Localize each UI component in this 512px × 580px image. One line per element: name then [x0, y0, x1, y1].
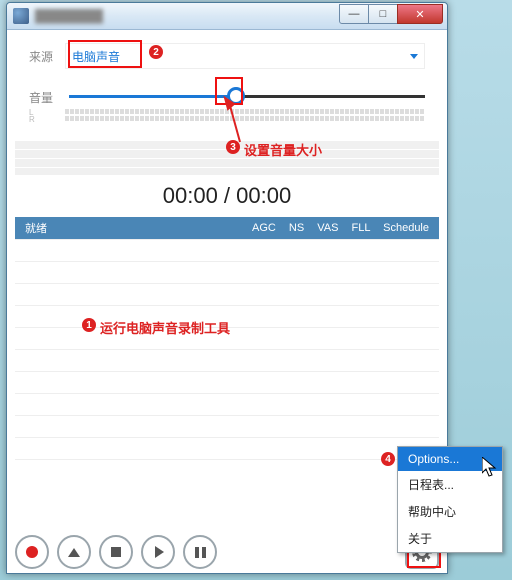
slider-thumb[interactable] [227, 87, 245, 105]
level-meter [65, 109, 425, 123]
title-bar[interactable]: ████████ — □ ✕ [7, 3, 447, 30]
eject-button[interactable] [57, 535, 91, 569]
annotation-badge-3: 3 [226, 140, 240, 154]
annotation-text-3: 设置音量大小 [244, 140, 322, 159]
menu-item-schedule[interactable]: 日程表... [398, 471, 502, 498]
menu-item-options[interactable]: Options... [398, 447, 502, 471]
play-icon [155, 546, 164, 558]
maximize-button[interactable]: □ [368, 4, 398, 24]
minimize-button[interactable]: — [339, 4, 369, 24]
time-display: 00:00 / 00:00 [15, 183, 439, 209]
settings-context-menu: Options... 日程表... 帮助中心 关于 [397, 446, 503, 553]
chevron-down-icon [410, 54, 418, 59]
pause-icon [195, 547, 206, 558]
play-button[interactable] [141, 535, 175, 569]
recordings-list[interactable] [15, 239, 439, 487]
right-channel-label: R [29, 116, 65, 123]
menu-item-about[interactable]: 关于 [398, 525, 502, 552]
source-label: 来源 [29, 48, 65, 65]
record-button[interactable] [15, 535, 49, 569]
status-bar: 就绪 AGC NS VAS FLL Schedule [15, 217, 439, 239]
app-icon [13, 8, 29, 24]
annotation-text-1: 运行电脑声音录制工具 [100, 318, 230, 337]
menu-item-help[interactable]: 帮助中心 [398, 498, 502, 525]
status-text: 就绪 [25, 220, 242, 236]
annotation-badge-4: 4 [381, 452, 395, 466]
pause-button[interactable] [183, 535, 217, 569]
volume-slider[interactable] [69, 87, 425, 107]
transport-bar [15, 535, 439, 569]
annotation-badge-1: 1 [82, 318, 96, 332]
window-title: ████████ [35, 9, 340, 23]
record-icon [26, 546, 38, 558]
stop-icon [111, 547, 121, 557]
annotation-badge-2: 2 [149, 45, 163, 59]
volume-label: 音量 [29, 89, 65, 106]
stop-button[interactable] [99, 535, 133, 569]
status-indicators: AGC NS VAS FLL Schedule [242, 222, 429, 234]
app-window: ████████ — □ ✕ 来源 电脑声音 音量 L R [6, 2, 448, 574]
close-button[interactable]: ✕ [397, 4, 443, 24]
source-value: 电脑声音 [72, 48, 120, 65]
source-dropdown[interactable]: 电脑声音 [65, 43, 425, 69]
eject-icon [68, 548, 80, 557]
